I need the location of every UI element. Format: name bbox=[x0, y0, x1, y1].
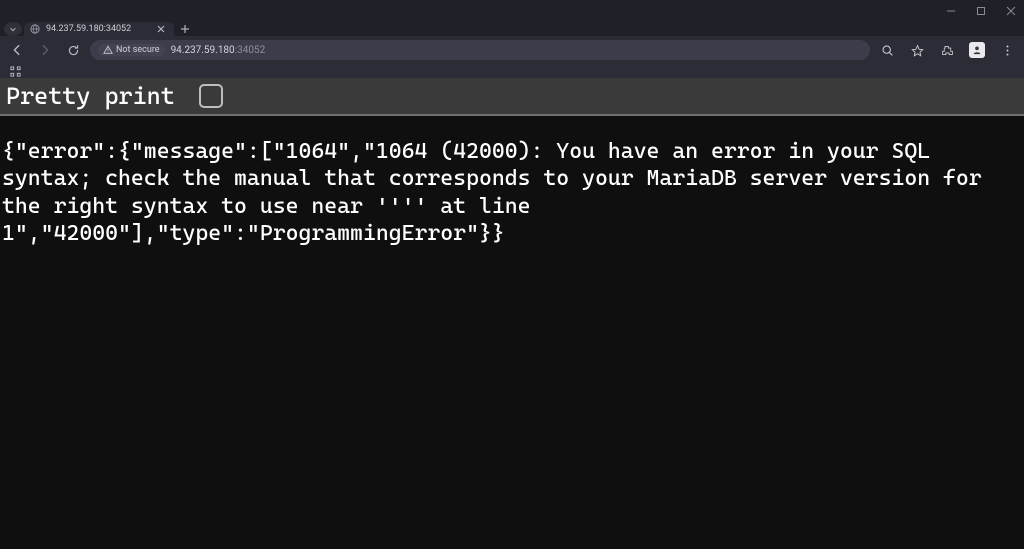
browser-tab[interactable]: 94.237.59.180:34052 bbox=[24, 22, 174, 36]
bookmark-button[interactable] bbox=[906, 39, 928, 61]
tab-title: 94.237.59.180:34052 bbox=[46, 24, 150, 34]
security-label: Not secure bbox=[116, 45, 160, 55]
tab-strip: 94.237.59.180:34052 bbox=[0, 22, 1024, 36]
window-title-bar bbox=[0, 0, 1024, 22]
site-security-indicator[interactable]: Not secure bbox=[98, 44, 165, 56]
browser-toolbar: Not secure 94.237.59.180:34052 bbox=[0, 36, 1024, 64]
new-tab-button[interactable] bbox=[176, 22, 194, 36]
toolbar-right-icons bbox=[876, 39, 1018, 61]
close-tab-button[interactable] bbox=[156, 24, 166, 34]
bookmarks-bar bbox=[0, 64, 1024, 78]
address-url: 94.237.59.180:34052 bbox=[171, 45, 266, 56]
apps-icon[interactable] bbox=[8, 64, 22, 78]
minimize-button[interactable] bbox=[942, 0, 960, 22]
restore-button[interactable] bbox=[972, 0, 990, 22]
address-bar[interactable]: Not secure 94.237.59.180:34052 bbox=[90, 40, 870, 60]
profile-button[interactable] bbox=[966, 39, 988, 61]
pretty-print-label: Pretty print bbox=[6, 82, 189, 110]
search-tabs-button[interactable] bbox=[4, 22, 22, 36]
pretty-print-bar: Pretty print bbox=[0, 78, 1024, 116]
zoom-reset-button[interactable] bbox=[876, 39, 898, 61]
close-window-button[interactable] bbox=[1002, 0, 1020, 22]
reload-button[interactable] bbox=[62, 39, 84, 61]
pretty-print-checkbox[interactable] bbox=[199, 84, 223, 108]
warning-icon bbox=[103, 45, 113, 55]
forward-button[interactable] bbox=[34, 39, 56, 61]
response-body: {"error":{"message":["1064","1064 (42000… bbox=[0, 116, 1024, 549]
page-content: Pretty print {"error":{"message":["1064"… bbox=[0, 78, 1024, 549]
menu-button[interactable] bbox=[996, 39, 1018, 61]
globe-icon bbox=[30, 24, 40, 34]
extensions-button[interactable] bbox=[936, 39, 958, 61]
avatar-icon bbox=[969, 42, 985, 58]
back-button[interactable] bbox=[6, 39, 28, 61]
